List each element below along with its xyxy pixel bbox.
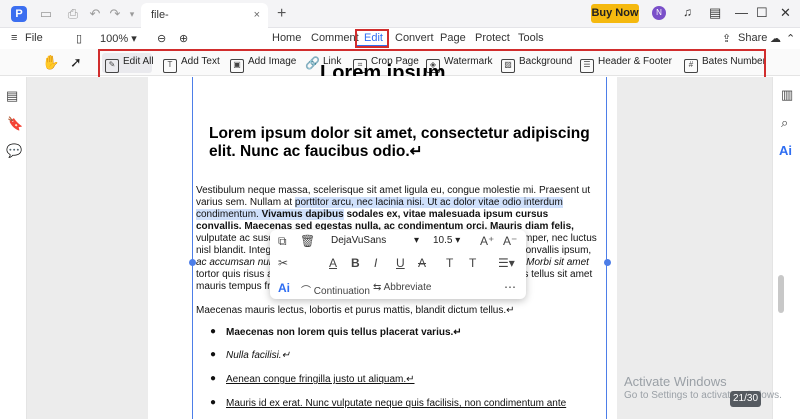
bullet-dot: ● [210,349,217,360]
app-logo-icon: P [11,6,27,22]
font-size-value: 10.5 [433,235,453,246]
collapse-icon[interactable]: ⌃ [786,32,795,45]
para1-line2: varius sem. Nullam at porttitor arcu, ne… [196,197,597,209]
redo-icon[interactable]: ↷ [107,6,123,22]
bold-icon[interactable]: B [351,256,360,270]
bullet-dot: ● [210,373,217,384]
abbreviate-label: Abbreviate [383,282,432,293]
minimize-icon[interactable]: — [735,5,748,20]
bullet-item-2: Nulla facilisi.↵ [226,350,290,361]
selected-text: porttitor arcu, nec lacinia nisi. Ut ac … [294,197,563,208]
ai-icon[interactable]: Ai [278,281,290,295]
zoom-in-icon[interactable]: ⊕ [179,32,188,45]
edit-tab-highlight [355,29,389,48]
hand-tool-icon[interactable]: ✋ [42,54,59,70]
more-icon[interactable]: ⋯ [504,280,516,294]
tab-convert[interactable]: Convert [395,32,434,44]
align-icon[interactable]: ☰▾ [498,256,515,270]
save-icon[interactable]: ▭ [38,6,54,22]
hamburger-icon[interactable]: ≡ [11,32,17,44]
italic-icon[interactable]: I [374,256,377,270]
notification-icon[interactable]: ▤ [709,5,721,21]
share-button[interactable]: Share [738,32,767,44]
increase-font-icon[interactable]: A⁺ [480,234,494,248]
font-family-select[interactable]: DejaVuSans ▾ [327,233,423,249]
file-menu[interactable]: File [25,32,43,44]
properties-icon[interactable]: ▥ [781,87,793,103]
undo-icon[interactable]: ↶ [87,6,103,22]
para1-line3: condimentum. Vivamus dapibus sodales ex,… [196,209,597,221]
cloud-icon[interactable]: ☁ [770,32,781,45]
subscript-icon[interactable]: T [469,256,476,270]
cut-icon[interactable]: ✂ [278,256,288,270]
underline-icon[interactable]: U [396,256,405,270]
top-heading: Lorem ipsum [320,62,446,76]
abbreviate-button[interactable]: ⇆ Abbreviate [373,282,431,293]
vertical-scrollbar[interactable] [778,275,784,313]
resize-handle-right[interactable] [604,259,611,266]
print-icon[interactable]: ⎙ [65,6,81,22]
copy-icon[interactable]: ⧉ [278,234,287,249]
font-family-value: DejaVuSans [331,235,387,246]
zoom-value: 100% [100,33,129,45]
window-close-icon[interactable]: ✕ [780,5,791,21]
left-sidebar: ▤ 🔖 💬 [0,77,27,419]
bullet-item-1: Maecenas non lorem quis tellus placerat … [226,327,462,338]
activate-windows-title: Activate Windows [624,374,727,389]
text-color-icon[interactable]: A [329,256,337,270]
thumbnail-icon[interactable]: ▤ [6,88,18,104]
maximize-icon[interactable]: ☐ [756,5,768,21]
bullet-dot: ● [210,326,217,337]
selected-text-cont: condimentum. [196,209,262,220]
tab-home[interactable]: Home [272,32,301,44]
strikethrough-icon[interactable]: A [418,256,426,270]
document-heading: Lorem ipsum dolor sit amet, consectetur … [209,125,590,160]
para1-line2-start: varius sem. Nullam at [196,197,295,208]
ai-assistant-icon[interactable]: Ai [779,143,792,158]
tab-protect[interactable]: Protect [475,32,510,44]
zoom-select[interactable]: 100% ▾ [100,32,137,45]
para2: Maecenas mauris lectus, lobortis et puru… [196,305,515,316]
comment-icon[interactable]: 💬 [6,143,22,159]
tab-comment[interactable]: Comment [311,32,359,44]
zoom-out-icon[interactable]: ⊖ [157,32,166,45]
bullet-dot: ● [210,397,217,408]
page-indicator: 21/30 [730,391,761,407]
close-icon[interactable]: × [254,3,260,28]
new-tab-button[interactable]: + [277,5,286,23]
search-icon[interactable]: ⌕ [781,115,788,131]
buy-now-button[interactable]: Buy Now [591,4,639,23]
chevron-down-icon: ▾ [413,235,419,246]
share-icon[interactable]: ⇪ [722,32,731,45]
tab-tools[interactable]: Tools [518,32,544,44]
resize-handle-left[interactable] [189,259,196,266]
superscript-icon[interactable]: T [446,256,453,270]
para1-line1: Vestibulum neque massa, scelerisque sit … [196,185,591,196]
font-size-select[interactable]: 10.5 ▾ [433,233,471,249]
page-view-icon[interactable]: ▯ [76,32,82,45]
bullet-item-4: Mauris id ex erat. Nunc vulputate neque … [226,398,566,409]
headset-icon[interactable]: ♫ [683,5,692,19]
bookmark-icon[interactable]: 🔖 [7,116,23,132]
bold-text: sodales ex, vitae malesuada ipsum cursus [343,209,549,220]
tab-page[interactable]: Page [440,32,466,44]
right-sidebar: ▥ ⌕ Ai [772,77,800,419]
document-tab[interactable]: file-example_PDF_1MB.pdf × [141,3,268,46]
bullet-item-4-text: Mauris id ex erat. Nunc vulputate neque … [226,398,567,409]
continuation-button[interactable]: ⌒ Continuation [301,282,370,297]
selected-bold-text: Vivamus dapibus [261,209,344,220]
menu-bar: ≡ File ▯ 100% ▾ ⊖ ⊕ Home Comment Edit Co… [0,28,800,49]
continuation-label: Continuation [313,286,370,297]
chevron-down-icon[interactable]: ▾ [124,6,140,22]
avatar[interactable]: N [652,6,666,20]
bullet-item-3: Aenean congue fringilla justo ut aliquam… [226,374,415,385]
delete-icon[interactable]: 🗑 [300,234,315,248]
decrease-font-icon[interactable]: A⁻ [503,234,517,248]
select-tool-icon[interactable]: ➚ [70,54,82,70]
